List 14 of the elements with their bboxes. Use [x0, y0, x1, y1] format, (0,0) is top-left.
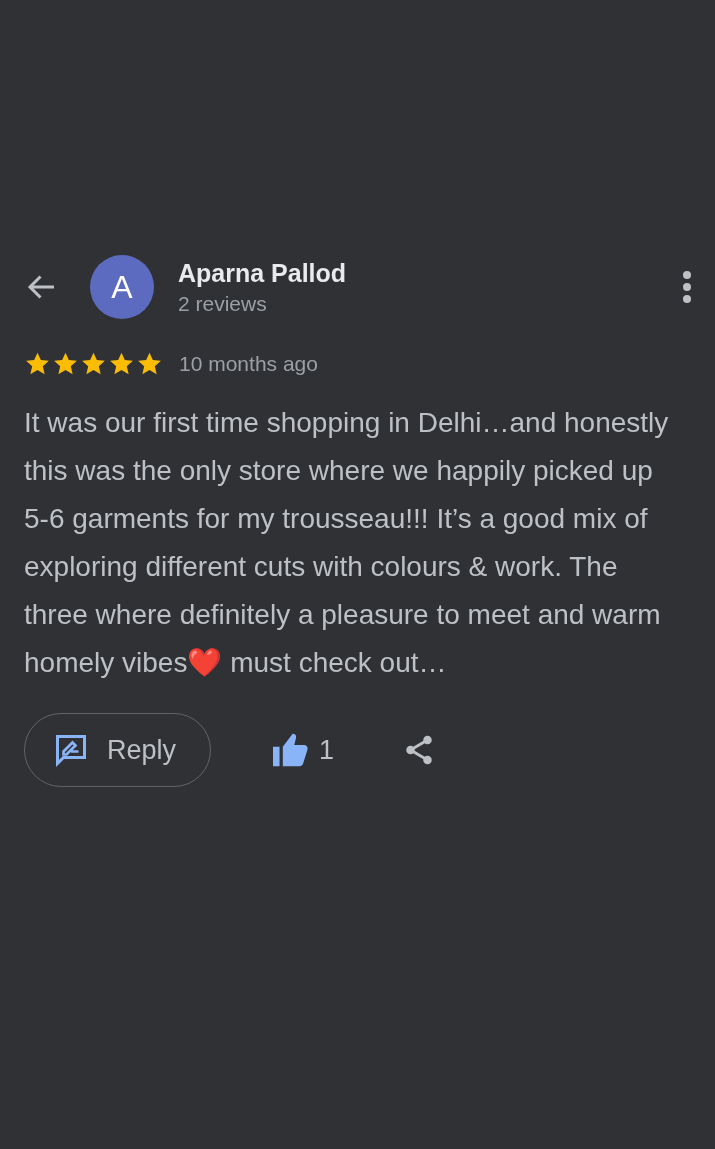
reviewer-name: Aparna Pallod [178, 258, 348, 288]
star-icon [24, 351, 51, 377]
star-icon [80, 351, 107, 377]
star-icon [108, 351, 135, 377]
reply-icon [53, 732, 89, 768]
avatar: A [90, 255, 154, 319]
more-options-button[interactable] [681, 269, 693, 305]
review-time: 10 months ago [179, 352, 318, 376]
star-icon [136, 351, 163, 377]
like-button[interactable]: 1 [271, 732, 335, 768]
review-count: 2 reviews [178, 291, 268, 316]
review-text: It was our first time shopping in Delhi…and honestly this was the only store where we happily picked up 5-6 garments for my trousseau!!! It’s a good mix of exploring different cuts with colours & work. The three where definitely a pleasure to meet and warm homely vibes❤ must check out… [24, 406, 670, 680]
more-options-icon [681, 269, 693, 305]
star-icon [52, 351, 79, 377]
